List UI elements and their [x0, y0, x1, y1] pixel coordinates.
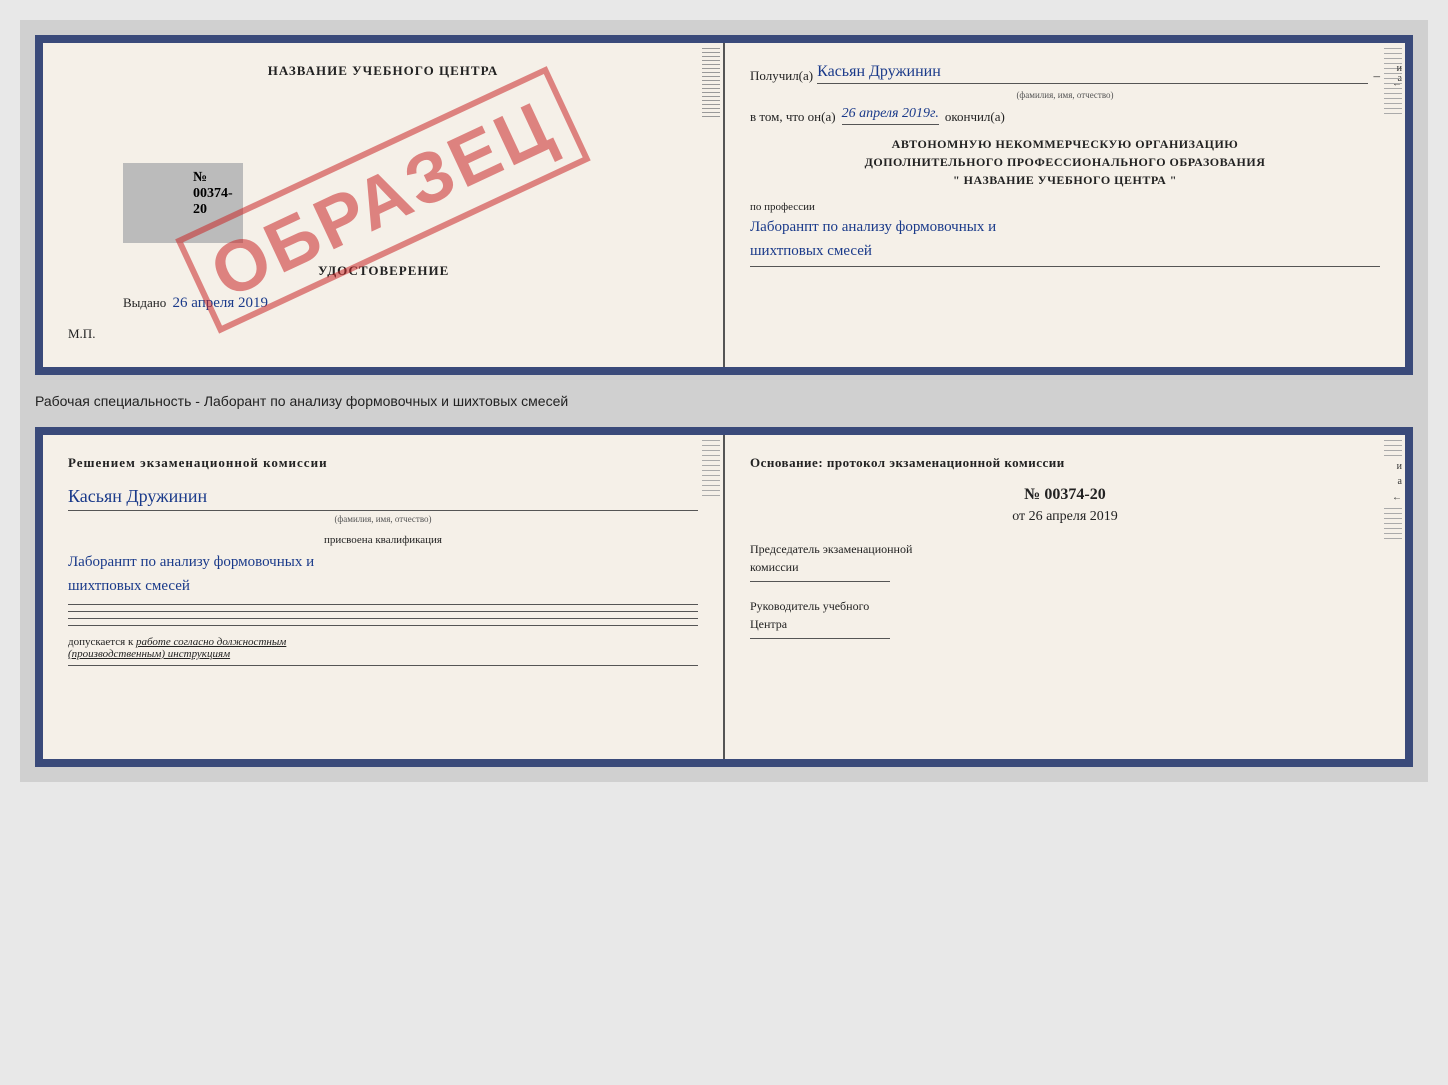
cert-number: № 00374-20	[193, 170, 233, 218]
poluchil-line: Получил(а) Касьян Дружинин –	[750, 63, 1380, 84]
org-line3: " НАЗВАНИЕ УЧЕБНОГО ЦЕНТРА "	[750, 171, 1380, 189]
dopuskaetsya-block: допускается к работе согласно должностны…	[68, 636, 698, 660]
lower-fio-label: (фамилия, имя, отчество)	[68, 514, 698, 524]
fio-label-upper: (фамилия, имя, отчество)	[750, 90, 1380, 100]
proto-number: № 00374-20	[750, 486, 1380, 504]
predsedatel-block: Председатель экзаменационной комиссии	[750, 540, 1380, 582]
vydano-date: 26 апреля 2019	[173, 295, 269, 311]
commission-title: Решением экзаменационной комиссии	[68, 455, 698, 471]
predsedatel-label: Председатель экзаменационной комиссии	[750, 540, 1380, 576]
kval-line1: Лаборанпт по анализу формовочных и	[68, 554, 314, 570]
lower-right-deco: и а ←	[1377, 435, 1405, 759]
proto-ot-label: от	[1012, 509, 1025, 524]
udostoverenie-label: УДОСТОВЕРЕНИЕ	[318, 263, 449, 279]
dopuskaetsya-label: допускается к	[68, 636, 133, 648]
org-line1: АВТОНОМНУЮ НЕКОММЕРЧЕСКУЮ ОРГАНИЗАЦИЮ	[750, 135, 1380, 153]
vydano-label: Выдано	[123, 295, 166, 310]
upper-doc-right: Получил(а) Касьян Дружинин – (фамилия, и…	[725, 43, 1405, 367]
poluchil-label: Получил(а)	[750, 68, 813, 84]
proto-date-line: от 26 апреля 2019	[750, 509, 1380, 525]
vtom-date: 26 апреля 2019г.	[842, 106, 939, 125]
mp-label: М.П.	[68, 326, 95, 342]
rukovoditel-block: Руководитель учебного Центра	[750, 597, 1380, 639]
lower-doc-left: Решением экзаменационной комиссии Касьян…	[43, 435, 725, 759]
prof-line2: шихтповых смесей	[750, 243, 872, 259]
predsedatel-sig-line	[750, 581, 890, 582]
okoncil-label: окончил(а)	[945, 109, 1005, 125]
po-professii-label: по профессии	[750, 201, 1380, 213]
org-name-block: АВТОНОМНУЮ НЕКОММЕРЧЕСКУЮ ОРГАНИЗАЦИЮ ДО…	[750, 135, 1380, 189]
prof-line1: Лаборанпт по анализу формовочных и	[750, 219, 996, 235]
cert-title: НАЗВАНИЕ УЧЕБНОГО ЦЕНТРА	[68, 63, 698, 79]
prisvoena-label: присвоена квалификация	[68, 534, 698, 546]
osnov-title: Основание: протокол экзаменационной коми…	[750, 455, 1380, 471]
upper-doc-left: НАЗВАНИЕ УЧЕБНОГО ЦЕНТРА УДОСТОВЕРЕНИЕ №…	[43, 43, 725, 367]
org-line2: ДОПОЛНИТЕЛЬНОГО ПРОФЕССИОНАЛЬНОГО ОБРАЗО…	[750, 153, 1380, 171]
dopuskaetsya-text2: (производственным) инструкциям	[68, 648, 698, 660]
proto-date: 26 апреля 2019	[1029, 509, 1118, 524]
lower-doc-right: Основание: протокол экзаменационной коми…	[725, 435, 1405, 759]
rukovoditel-sig-line	[750, 638, 890, 639]
separator-text: Рабочая специальность - Лаборант по анал…	[35, 387, 1413, 415]
professii-block: по профессии Лаборанпт по анализу формов…	[750, 201, 1380, 267]
kvalifikaciya-text: Лаборанпт по анализу формовочных и шихтп…	[68, 550, 698, 598]
kval-line2: шихтповых смесей	[68, 578, 190, 594]
rukovoditel-label: Руководитель учебного Центра	[750, 597, 1380, 633]
upper-document-card: НАЗВАНИЕ УЧЕБНОГО ЦЕНТРА УДОСТОВЕРЕНИЕ №…	[35, 35, 1413, 375]
dopuskaetsya-text: работе согласно должностным	[136, 636, 286, 648]
upper-left-deco	[693, 43, 723, 367]
lower-document-card: Решением экзаменационной комиссии Касьян…	[35, 427, 1413, 767]
professiya-text: Лаборанпт по анализу формовочных и шихтп…	[750, 215, 1380, 263]
vtom-line: в том, что он(а) 26 апреля 2019г. окончи…	[750, 106, 1380, 125]
upper-right-deco: и а ←	[1377, 43, 1405, 367]
lower-left-deco	[695, 435, 723, 759]
vydano-block: Выдано 26 апреля 2019	[123, 295, 268, 312]
poluchil-name: Касьян Дружинин	[817, 63, 1367, 84]
lower-name: Касьян Дружинин	[68, 486, 698, 511]
vtom-label: в том, что он(а)	[750, 109, 836, 125]
page-wrapper: НАЗВАНИЕ УЧЕБНОГО ЦЕНТРА УДОСТОВЕРЕНИЕ №…	[20, 20, 1428, 782]
